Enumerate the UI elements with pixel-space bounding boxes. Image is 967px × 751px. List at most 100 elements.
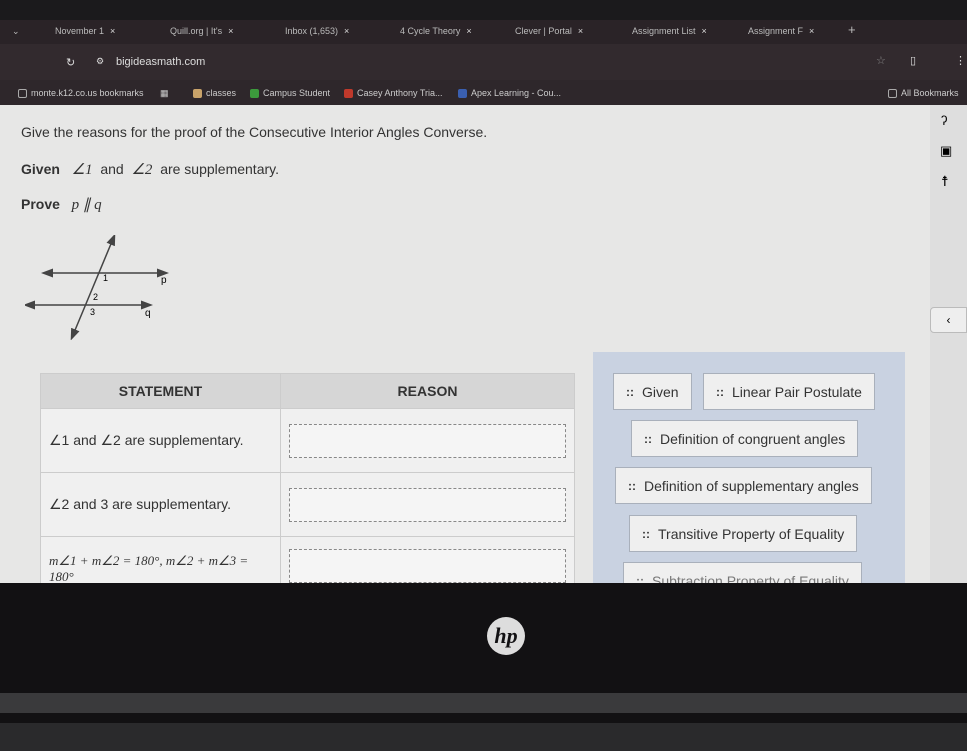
drag-handle-icon: :: <box>642 526 650 541</box>
given-label: Given <box>21 161 60 177</box>
table-row: ∠2 and 3 are supplementary. <box>40 472 575 537</box>
translate-icon[interactable]: ʔ <box>941 113 948 128</box>
bookmark-campus[interactable]: Campus Student <box>250 88 330 98</box>
option-label: Linear Pair Postulate <box>732 383 862 400</box>
folder-icon <box>888 88 897 98</box>
reason-drop-zone[interactable] <box>289 487 566 522</box>
hp-logo: hp <box>487 617 525 655</box>
tab-list-button[interactable]: ⌄ <box>12 26 20 37</box>
bookmark-classes[interactable]: classes <box>193 88 236 98</box>
bookmark-label: Casey Anthony Tria... <box>357 88 443 98</box>
prove-label: Prove <box>21 196 60 212</box>
apex-icon <box>458 88 467 98</box>
bookmark-label: Campus Student <box>263 88 331 98</box>
tab[interactable]: Inbox (1,653) × <box>285 26 349 36</box>
reason-drop-zone[interactable] <box>289 423 566 458</box>
tab[interactable]: Assignment List × <box>632 26 707 36</box>
site-settings-icon[interactable]: ⚙ <box>96 56 104 67</box>
tab-label: November 1 <box>55 26 105 36</box>
all-bookmarks-label: All Bookmarks <box>901 88 959 98</box>
label-1: 1 <box>103 273 108 283</box>
reason-header: REASON <box>280 373 575 409</box>
option-def-supplementary[interactable]: :: Definition of supplementary angles <box>615 467 872 504</box>
text: are supplementary. <box>160 161 279 177</box>
option-label: Given <box>642 383 679 400</box>
folder-icon <box>18 88 27 98</box>
tab-bar: ⌄ November 1 × Quill.org | It's × Inbox (1,6… <box>0 20 967 44</box>
campus-icon <box>250 88 259 98</box>
bookmark-monte[interactable]: monte.k12.co.us bookmarks <box>18 88 144 98</box>
label-3: 3 <box>90 307 95 317</box>
close-tab-icon[interactable]: × <box>466 26 471 36</box>
angle: ∠1 <box>71 162 93 178</box>
tab[interactable]: Clever | Portal × <box>515 26 583 36</box>
drag-handle-icon: :: <box>644 431 652 446</box>
bookmark-label: monte.k12.co.us bookmarks <box>31 88 144 98</box>
question-title: Give the reasons for the proof of the Co… <box>21 124 488 140</box>
address-bar: ↻ ⚙ bigideasmath.com ☆ ▯ ⋮ <box>0 44 967 80</box>
option-transitive[interactable]: :: Transitive Property of Equality <box>629 515 858 552</box>
option-def-congruent[interactable]: :: Definition of congruent angles <box>631 420 859 457</box>
label-q: q <box>145 308 151 319</box>
tab-label: Quill.org | It's <box>170 26 223 36</box>
classes-icon <box>193 88 202 98</box>
bookmark-casey[interactable]: Casey Anthony Tria... <box>344 88 443 98</box>
tab-label: Clever | Portal <box>515 26 572 36</box>
option-linear-pair[interactable]: :: Linear Pair Postulate <box>703 373 875 410</box>
statement-cell: ∠2 and 3 are supplementary. <box>40 472 281 537</box>
extensions-icon[interactable]: ▯ <box>910 54 916 67</box>
tab[interactable]: 4 Cycle Theory × <box>400 26 472 36</box>
apps-icon[interactable]: ▦ <box>160 88 169 99</box>
statement-header: STATEMENT <box>40 373 281 409</box>
close-tab-icon[interactable]: × <box>228 26 233 36</box>
all-bookmarks[interactable]: All Bookmarks <box>888 88 959 98</box>
given-line: Given ∠1 and ∠2 are supplementary. <box>21 160 279 179</box>
tab[interactable]: Assignment F × <box>748 26 814 36</box>
label-2: 2 <box>93 292 98 302</box>
bookmark-apex[interactable]: Apex Learning - Cou... <box>458 88 561 98</box>
angle: ∠2 <box>131 162 153 178</box>
close-tab-icon[interactable]: × <box>110 26 115 36</box>
tool-rail: ʔ ▣ ☨ ‹ <box>930 105 967 583</box>
tab-label: Assignment F <box>748 26 804 36</box>
bookmarks-bar: monte.k12.co.us bookmarks ▦ classes Camp… <box>0 80 967 105</box>
hinge <box>0 693 967 713</box>
accessibility-icon[interactable]: ☨ <box>941 173 949 190</box>
calendar-icon[interactable]: ▣ <box>940 143 952 159</box>
option-given[interactable]: :: Given <box>613 373 692 410</box>
close-tab-icon[interactable]: × <box>578 26 583 36</box>
bookmark-label: Apex Learning - Cou... <box>471 88 562 98</box>
close-tab-icon[interactable]: × <box>702 26 707 36</box>
keyboard <box>0 723 967 751</box>
tab-label: 4 Cycle Theory <box>400 26 461 36</box>
menu-icon[interactable]: ⋮ <box>955 54 966 67</box>
url-input[interactable]: bigideasmath.com <box>116 56 205 68</box>
transversal <box>70 235 116 340</box>
prove-line: Prove p ∥ q <box>21 195 102 214</box>
bookmark-label: classes <box>206 88 237 98</box>
option-label: Definition of supplementary angles <box>644 477 859 494</box>
statement-cell: ∠1 and ∠2 are supplementary. <box>40 408 281 473</box>
new-tab-button[interactable]: + <box>848 22 856 37</box>
drag-handle-icon: :: <box>628 478 636 493</box>
reason-bank: :: Given :: Linear Pair Postulate :: Defini… <box>593 352 905 599</box>
tab-label: Inbox (1,653) <box>285 26 339 36</box>
proof-table: STATEMENT REASON ∠1 and ∠2 are supplement… <box>40 373 575 601</box>
parallel-lines-diagram: 1 2 3 p q <box>25 235 169 340</box>
close-tab-icon[interactable]: × <box>344 26 349 36</box>
close-tab-icon[interactable]: × <box>809 26 814 36</box>
laptop-bezel: hp <box>0 583 967 751</box>
option-label: Definition of congruent angles <box>660 430 846 447</box>
tab-label: Assignment List <box>632 26 696 36</box>
collapse-panel-button[interactable]: ‹ <box>930 307 967 333</box>
reload-icon[interactable]: ↻ <box>66 56 75 69</box>
tab[interactable]: November 1 × <box>55 26 115 36</box>
option-label: Transitive Property of Equality <box>658 525 845 542</box>
star-icon[interactable]: ☆ <box>876 54 886 67</box>
text: and <box>100 161 124 177</box>
prove-statement: p ∥ q <box>71 197 102 213</box>
page-content: Give the reasons for the proof of the Co… <box>0 105 930 601</box>
reason-drop-zone[interactable] <box>289 549 566 583</box>
tab[interactable]: Quill.org | It's × <box>170 26 233 36</box>
label-p: p <box>161 275 167 286</box>
